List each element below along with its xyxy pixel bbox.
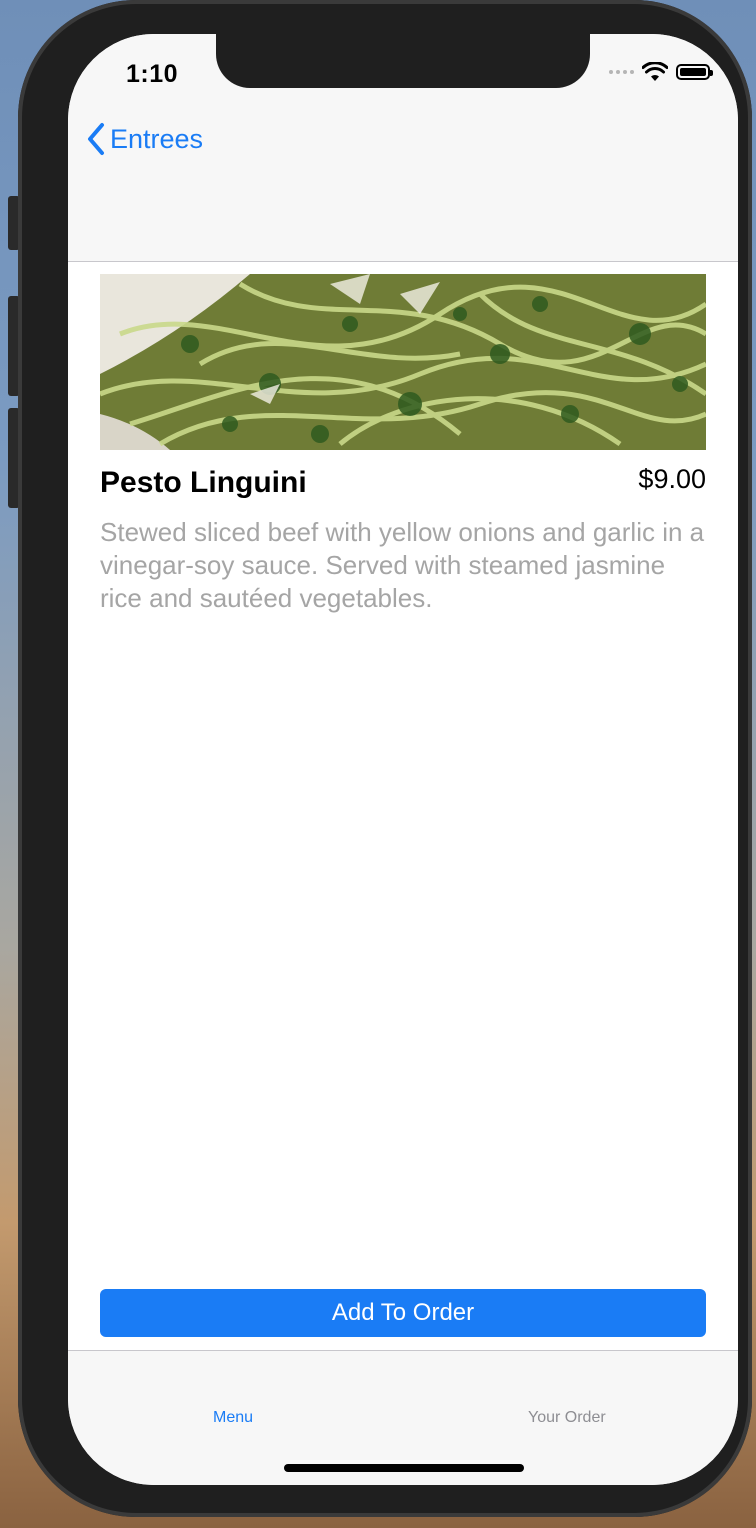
tab-your-order[interactable]: Your Order xyxy=(528,1409,606,1427)
pasta-photo-icon xyxy=(100,274,706,450)
back-button-label: Entrees xyxy=(110,123,204,154)
back-button[interactable]: Entrees xyxy=(86,122,203,156)
status-indicators xyxy=(609,62,713,82)
tab-menu[interactable]: Menu xyxy=(213,1409,253,1427)
item-description: Stewed sliced beef with yellow onions an… xyxy=(100,517,705,613)
add-to-order-button[interactable]: Add To Order xyxy=(100,1289,706,1337)
item-name: Pesto Linguini xyxy=(100,466,307,499)
cellular-signal-icon xyxy=(609,70,634,74)
battery-icon xyxy=(676,64,713,80)
wifi-icon xyxy=(642,62,668,81)
home-indicator[interactable] xyxy=(284,1464,524,1472)
phone-frame: Entrees 1:10 Pesto Linguini $9.00 Stewed… xyxy=(18,0,752,1517)
item-price: $9.00 xyxy=(638,464,706,494)
chevron-left-icon xyxy=(88,123,104,155)
item-image xyxy=(100,274,706,450)
notch xyxy=(216,34,590,88)
screen: Entrees 1:10 Pesto Linguini $9.00 Stewed… xyxy=(68,34,738,1485)
status-time: 1:10 xyxy=(126,60,179,88)
